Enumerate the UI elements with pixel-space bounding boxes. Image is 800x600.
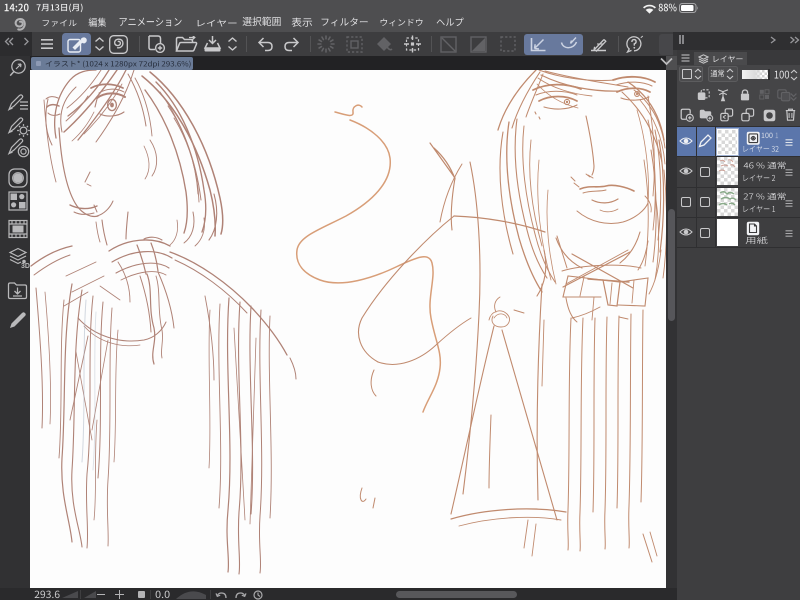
svg-text:3D: 3D [21, 263, 30, 270]
